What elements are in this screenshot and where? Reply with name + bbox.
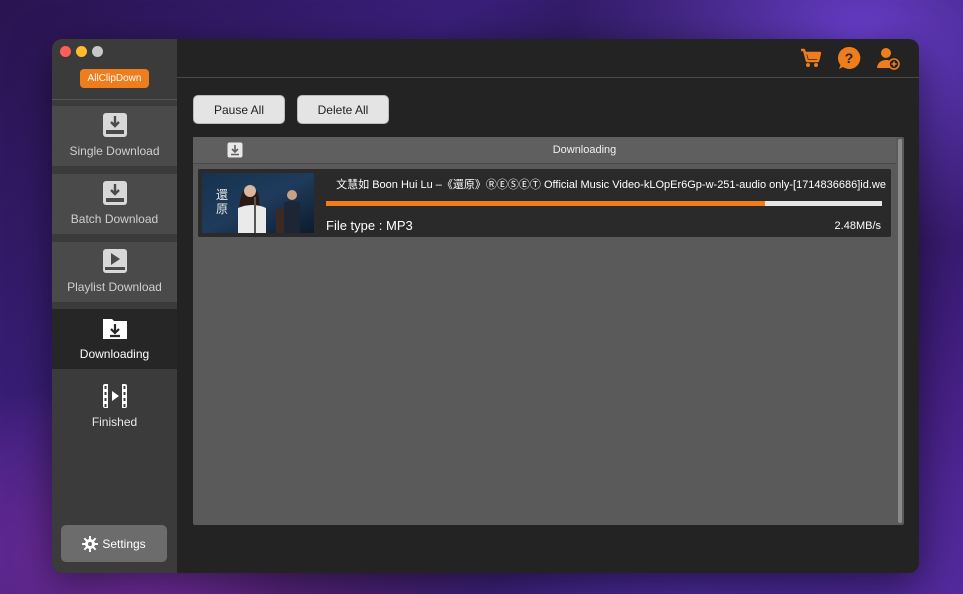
sidebar-item-batch-download[interactable]: Batch Download: [52, 174, 177, 234]
minimize-window-button[interactable]: [76, 46, 87, 57]
settings-label: Settings: [102, 536, 146, 551]
account-icon[interactable]: [876, 46, 900, 70]
finished-film-icon: [102, 384, 127, 408]
video-thumbnail: 還 原: [202, 173, 314, 233]
sidebar: AllClipDown Single Download Batch Downlo…: [52, 39, 177, 573]
downloading-icon: [102, 319, 127, 339]
cart-icon[interactable]: [799, 46, 823, 70]
brand-divider: [52, 99, 177, 100]
list-header-title: Downloading: [552, 144, 617, 156]
gear-icon: [82, 535, 99, 552]
sidebar-item-downloading[interactable]: Downloading: [52, 309, 177, 369]
sidebar-item-label: Finished: [91, 415, 138, 429]
download-progress-fill: [326, 201, 766, 206]
svg-text:原: 原: [216, 202, 228, 216]
zoom-window-button[interactable]: [92, 46, 103, 57]
window-controls: [60, 46, 103, 57]
sidebar-item-single-download[interactable]: Single Download: [52, 106, 177, 166]
download-progress-bar: [326, 201, 882, 206]
batch-download-icon: [102, 181, 127, 205]
list-scrollbar[interactable]: [898, 139, 902, 523]
download-row[interactable]: 還 原 文慧如 Boon Hui Lu –《還原》ⓇⒺⓈⒺⓉ Official …: [198, 169, 891, 237]
playlist-icon: [102, 249, 127, 273]
settings-button[interactable]: Settings: [61, 525, 167, 562]
toolbar-divider: [177, 77, 919, 78]
file-type-label: File type :: [326, 218, 383, 233]
brand-badge: AllClipDown: [80, 69, 149, 88]
sidebar-item-label: Downloading: [79, 347, 150, 361]
download-title-text: 文慧如 Boon Hui Lu –《還原》ⓇⒺⓈⒺⓉ Official Musi…: [336, 179, 886, 191]
sidebar-item-playlist-download[interactable]: Playlist Download: [52, 242, 177, 302]
list-header: Downloading: [193, 137, 896, 164]
app-window: AllClipDown Single Download Batch Downlo…: [52, 39, 919, 573]
close-window-button[interactable]: [60, 46, 71, 57]
sidebar-item-finished[interactable]: Finished: [52, 377, 177, 437]
single-download-icon: [102, 113, 127, 137]
svg-text:還: 還: [216, 188, 228, 202]
sidebar-item-label: Single Download: [69, 144, 160, 158]
delete-all-button[interactable]: Delete All: [297, 95, 389, 124]
file-type: File type : MP3: [326, 218, 413, 233]
sidebar-item-label: Playlist Download: [67, 280, 162, 294]
download-title: 文慧如 Boon Hui Lu –《還原》ⓇⒺⓈⒺⓉ Official Musi…: [330, 176, 886, 192]
download-speed: 2.48MB/s: [834, 220, 881, 232]
sidebar-item-label: Batch Download: [70, 212, 159, 226]
pause-all-button[interactable]: Pause All: [193, 95, 285, 124]
help-icon[interactable]: ?: [837, 46, 861, 70]
download-list-panel: Downloading 還 原 文慧如 Boon Hui Lu –《還原》ⓇⒺⓈ…: [193, 137, 904, 525]
svg-text:?: ?: [845, 50, 854, 66]
file-type-value: MP3: [385, 218, 413, 233]
